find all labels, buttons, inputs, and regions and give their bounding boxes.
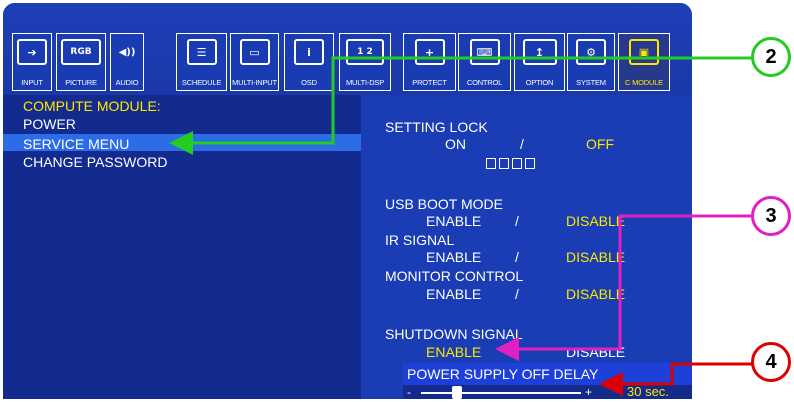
callout-badge-4: 4 [751, 342, 791, 382]
callout-2-arrow [169, 56, 752, 155]
annotation-arrows [169, 56, 752, 396]
callout-badge-2: 2 [751, 37, 791, 77]
callout-badge-3: 3 [751, 196, 791, 236]
callout-4-arrow [599, 362, 752, 396]
callout-3-arrow [495, 214, 752, 361]
